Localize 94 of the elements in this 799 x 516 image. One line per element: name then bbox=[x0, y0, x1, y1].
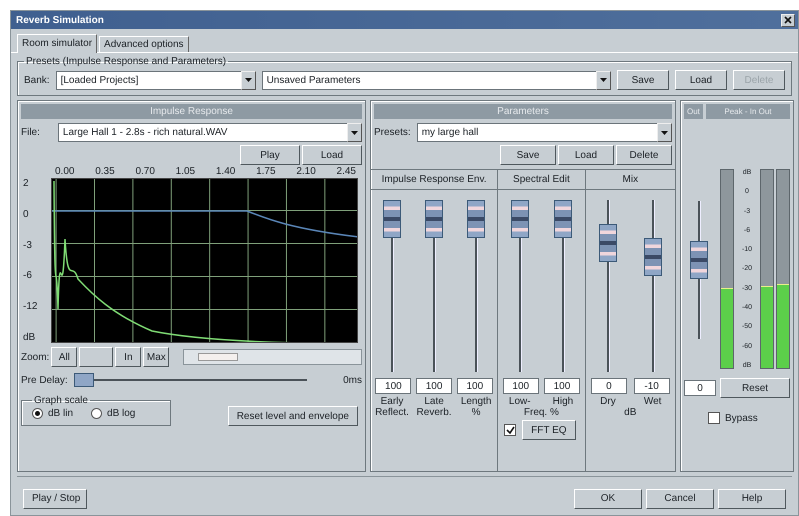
axis-tick-label: 1.40 bbox=[216, 166, 236, 177]
axis-tick-label: -12 bbox=[23, 301, 38, 312]
slider-thumb[interactable] bbox=[598, 224, 617, 262]
slider-thumb[interactable] bbox=[554, 200, 572, 238]
checkbox-label: Bypass bbox=[725, 412, 758, 424]
slider-thumb[interactable] bbox=[74, 373, 94, 387]
slider-label: dB bbox=[624, 407, 636, 418]
axis-tick-label: 0.00 bbox=[55, 166, 74, 177]
slider-reading: 0ms bbox=[343, 374, 362, 386]
value-field[interactable]: 100 bbox=[502, 378, 539, 394]
group-header: Mix bbox=[586, 170, 675, 190]
axis-tick-label: 1.75 bbox=[256, 166, 276, 177]
axis-tick-label: -6 bbox=[23, 270, 32, 282]
panel-header: Out bbox=[684, 104, 703, 119]
axis-tick-label: 2.45 bbox=[336, 166, 356, 177]
slider-label: Low- bbox=[508, 396, 532, 407]
vertical-slider[interactable] bbox=[423, 200, 446, 372]
parameter-button[interactable]: Save bbox=[500, 145, 556, 165]
window-title: Reverb Simulation bbox=[16, 14, 104, 26]
slider-thumb[interactable] bbox=[425, 200, 444, 238]
field-label: File: bbox=[21, 127, 40, 138]
dialog-button[interactable]: OK bbox=[574, 488, 642, 508]
preset-button[interactable]: Save bbox=[617, 70, 669, 90]
field-label: Presets: bbox=[374, 127, 411, 138]
value-field[interactable]: 0 bbox=[590, 378, 627, 394]
slider-thumb[interactable] bbox=[383, 200, 402, 238]
slider-thumb[interactable] bbox=[510, 200, 529, 238]
impulse-button[interactable]: Load bbox=[302, 145, 362, 165]
group-header: Spectral Edit bbox=[498, 170, 585, 190]
slider-label: Freq. % bbox=[524, 407, 559, 418]
output-slider[interactable] bbox=[688, 201, 710, 339]
vertical-slider[interactable] bbox=[552, 200, 574, 372]
axis-tick-label: 2 bbox=[23, 178, 29, 189]
panel-header: Parameters bbox=[374, 104, 672, 119]
reset-button[interactable]: Reset bbox=[720, 378, 790, 398]
panel-header: Impulse Response bbox=[21, 104, 362, 119]
axis-tick-label: 0.70 bbox=[135, 166, 155, 177]
horizontal-scrollbar[interactable] bbox=[183, 349, 362, 365]
axis-tick-label: -3 bbox=[23, 240, 32, 251]
value-field[interactable]: 100 bbox=[375, 378, 412, 394]
field-label: Bank: bbox=[24, 74, 50, 86]
parameter-button[interactable]: Delete bbox=[616, 145, 672, 165]
vertical-slider[interactable] bbox=[465, 200, 488, 372]
value-field[interactable]: 0 bbox=[684, 380, 716, 396]
vertical-slider[interactable] bbox=[642, 200, 664, 372]
reset-envelope-button[interactable]: Reset level and envelope bbox=[228, 406, 358, 426]
preset-button[interactable]: Load bbox=[675, 70, 727, 90]
axis-tick-label: 0 bbox=[23, 208, 29, 220]
parameter-button[interactable]: Load bbox=[558, 145, 614, 165]
dialog-button[interactable]: Cancel bbox=[646, 488, 714, 508]
impulse-button[interactable]: Play bbox=[240, 145, 300, 165]
axis-tick-label: dB bbox=[23, 332, 36, 343]
radio-option[interactable]: dB lin bbox=[32, 408, 74, 419]
play-stop-button[interactable]: Play / Stop bbox=[23, 488, 87, 508]
checkbox[interactable] bbox=[708, 412, 720, 424]
value-field[interactable]: -10 bbox=[634, 378, 670, 394]
axis-tick-label: 2.10 bbox=[296, 166, 316, 177]
axis-tick-label: 1.05 bbox=[176, 166, 196, 177]
group-header: Impulse Response Env. bbox=[371, 170, 498, 190]
tab[interactable]: Advanced options bbox=[99, 36, 189, 52]
value-field[interactable]: 100 bbox=[456, 378, 493, 394]
zoom-button[interactable]: All bbox=[51, 347, 78, 367]
slider-label: High bbox=[552, 396, 574, 407]
vertical-slider[interactable] bbox=[596, 200, 619, 372]
dropdown-arrow-icon[interactable] bbox=[600, 78, 607, 82]
fft-eq-button[interactable]: FFT EQ bbox=[522, 420, 576, 440]
radio-option[interactable]: dB log bbox=[91, 408, 136, 419]
axis-tick-label: 0.35 bbox=[95, 166, 115, 177]
tab[interactable]: Room simulator bbox=[17, 34, 98, 53]
vertical-slider[interactable] bbox=[508, 200, 531, 372]
zoom-button[interactable]: In bbox=[115, 347, 142, 367]
dropdown-arrow-icon[interactable] bbox=[244, 78, 252, 82]
pre-delay-slider[interactable] bbox=[74, 373, 308, 387]
dropdown-arrow-icon[interactable] bbox=[661, 130, 668, 134]
vertical-slider[interactable] bbox=[381, 200, 404, 372]
dialog-button[interactable]: Help bbox=[718, 488, 786, 508]
field-label: Pre Delay: bbox=[21, 374, 68, 386]
slider-label: Late Reverb. bbox=[416, 396, 453, 418]
slider-label: Length % bbox=[460, 396, 492, 418]
slider-label: Dry bbox=[599, 396, 617, 407]
slider-thumb[interactable] bbox=[467, 200, 486, 238]
value-field[interactable]: 100 bbox=[416, 378, 452, 394]
panel-header: Peak - In Out bbox=[706, 104, 790, 119]
group-label: Presets (Impulse Response and Parameters) bbox=[25, 56, 228, 67]
slider-thumb[interactable] bbox=[644, 238, 662, 276]
slider-label: Wet bbox=[642, 396, 662, 407]
dropdown-arrow-icon[interactable] bbox=[351, 130, 358, 134]
value-field[interactable]: 100 bbox=[544, 378, 580, 394]
group-label: Graph scale bbox=[33, 395, 89, 406]
zoom-button[interactable]: Max bbox=[143, 347, 170, 367]
checkbox[interactable] bbox=[504, 424, 516, 436]
field-label: Zoom: bbox=[21, 352, 50, 362]
slider-label: Early Reflect. bbox=[374, 396, 410, 418]
slider-thumb[interactable] bbox=[690, 241, 708, 279]
